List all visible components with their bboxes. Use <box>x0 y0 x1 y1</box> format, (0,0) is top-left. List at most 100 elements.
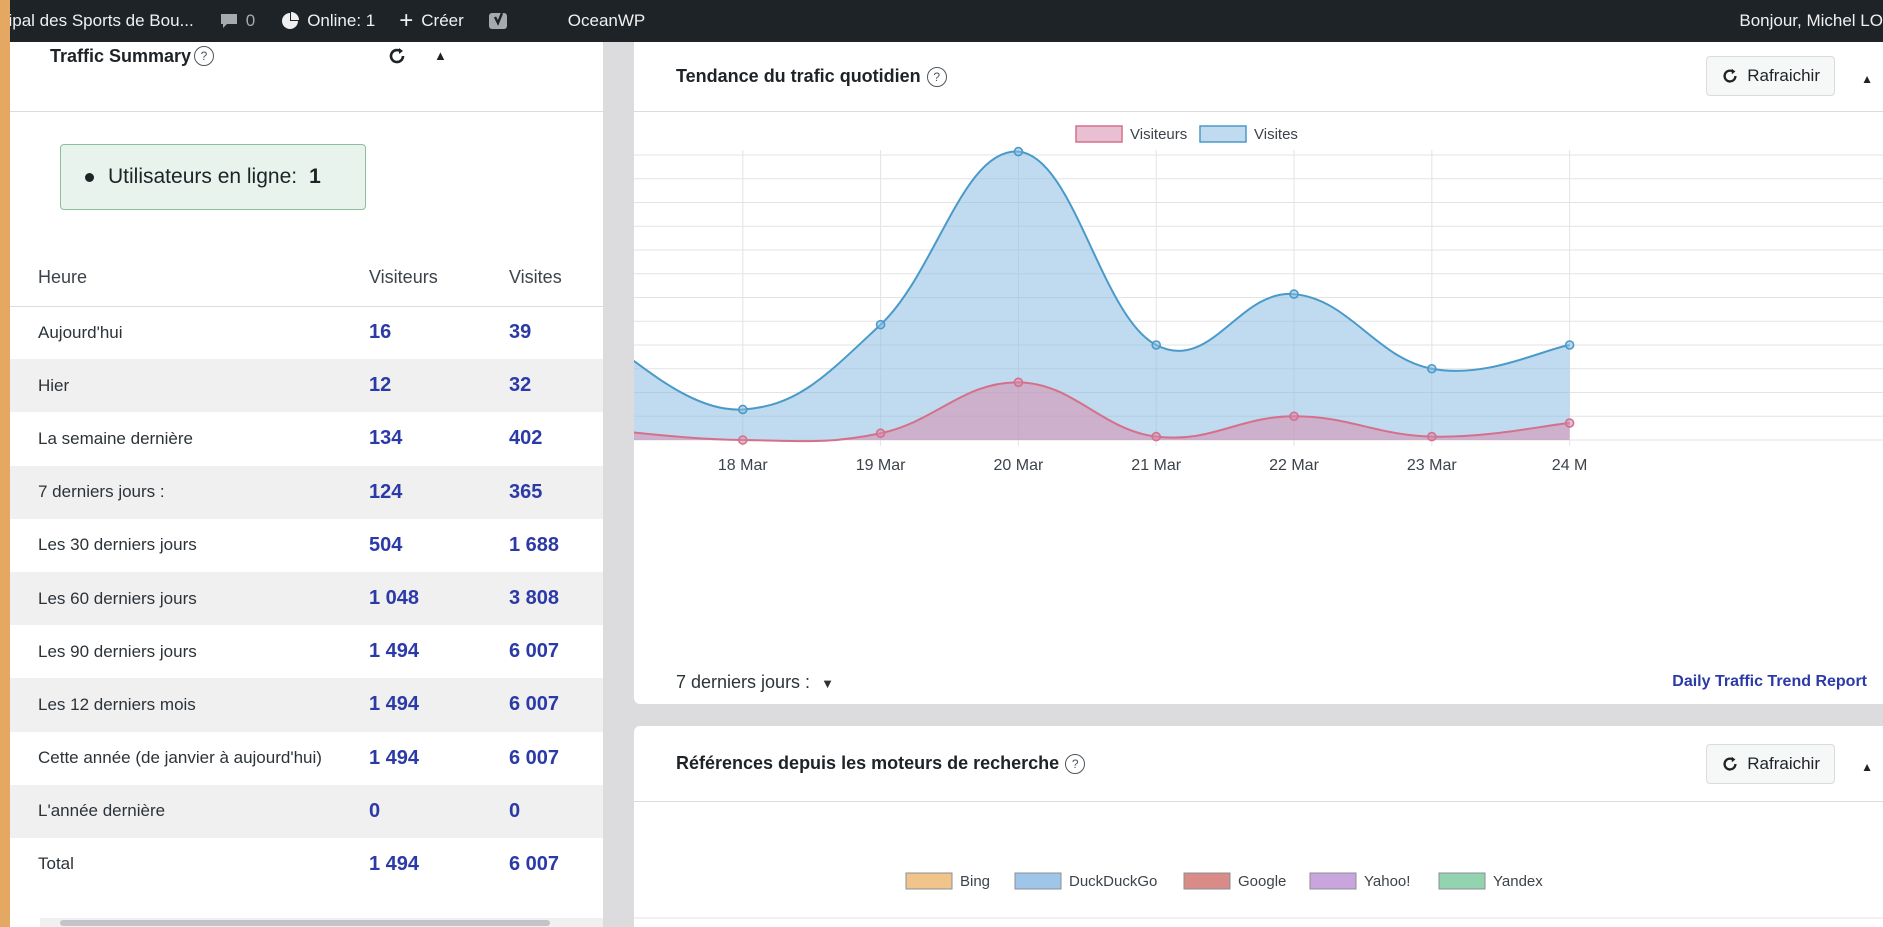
admin-bar: cipal des Sports de Bou... 0 Online: 1 +… <box>10 0 1883 42</box>
row-visitors[interactable]: 124 <box>369 465 509 519</box>
row-visitors[interactable]: 1 494 <box>369 678 509 732</box>
row-label: Cette année (de janvier à aujourd'hui) <box>38 748 322 768</box>
online-users-label: Utilisateurs en ligne: <box>108 165 298 188</box>
row-label: Les 30 derniers jours <box>38 535 197 555</box>
row-label: Les 60 derniers jours <box>10 571 369 626</box>
table-row: L'année dernière 0 0 <box>10 784 603 838</box>
search-engines-header: Références depuis les moteurs de recherc… <box>634 726 1883 802</box>
create-label: Créer <box>421 11 464 30</box>
refresh-button[interactable]: Rafraichir <box>1706 744 1835 784</box>
collapse-up-icon[interactable]: ▲ <box>1861 72 1873 86</box>
data-point <box>875 428 886 439</box>
table-row: 7 derniers jours :124 365 <box>10 465 603 519</box>
yoast-icon <box>488 11 510 31</box>
data-point <box>1013 146 1024 157</box>
row-visits[interactable]: 3 808 <box>509 571 603 626</box>
horizontal-scrollbar[interactable] <box>40 918 603 927</box>
help-icon[interactable]: ? <box>1065 753 1086 774</box>
column-header-visits: Visites <box>509 250 603 307</box>
row-visitors[interactable]: 504 <box>369 519 509 572</box>
data-point <box>1151 431 1162 442</box>
data-point <box>1151 340 1162 350</box>
legend-swatch <box>1199 125 1247 143</box>
data-point <box>1289 289 1299 299</box>
row-visitors[interactable]: 12 <box>369 359 509 413</box>
row-visitors[interactable]: 0 <box>369 784 509 838</box>
row-visits[interactable]: 32 <box>509 359 603 413</box>
legend-swatch <box>1309 872 1357 890</box>
help-icon[interactable]: ? <box>926 66 947 87</box>
table-row: Hier 12 32 <box>10 359 603 413</box>
dashboard: cipal des Sports de Bou... 0 Online: 1 +… <box>10 0 1883 927</box>
range-label: 7 derniers jours : <box>676 672 811 692</box>
comments-link[interactable]: 0 <box>220 0 255 42</box>
row-label: Les 90 derniers jours <box>38 641 197 661</box>
data-point <box>1564 340 1575 350</box>
row-visitors[interactable]: 1 494 <box>369 625 509 678</box>
refresh-button[interactable]: Rafraichir <box>1706 56 1835 96</box>
theme-link[interactable]: OceanWP <box>568 0 645 42</box>
table-header-row: Heure Visiteurs Visites <box>10 250 603 307</box>
row-visits[interactable]: 6 007 <box>509 732 603 785</box>
scrollbar-thumb[interactable] <box>60 920 550 926</box>
daily-trend-title: Tendance du trafic quotidien <box>676 66 921 86</box>
site-name-link[interactable]: cipal des Sports de Bou... <box>10 0 194 42</box>
bullet-icon <box>85 172 94 182</box>
search-engines-title: Références depuis les moteurs de recherc… <box>676 753 1060 773</box>
column-header-time: Heure <box>10 250 369 307</box>
legend-label: DuckDuckGo <box>1069 873 1157 890</box>
help-icon[interactable]: ? <box>194 46 214 66</box>
refresh-icon <box>1721 755 1739 773</box>
daily-trend-panel: Tendance du trafic quotidien ? Rafraichi… <box>634 42 1883 704</box>
row-visitors[interactable]: 16 <box>369 306 509 359</box>
daily-trend-header: Tendance du trafic quotidien ? Rafraichi… <box>634 42 1883 112</box>
create-menu[interactable]: + Créer <box>399 0 464 42</box>
row-label: Aujourd'hui <box>38 322 123 342</box>
row-visitors[interactable]: 1 048 <box>369 571 509 626</box>
refresh-icon[interactable] <box>387 46 407 71</box>
range-selector[interactable]: 7 derniers jours : ▼ <box>676 672 834 693</box>
account-menu[interactable]: Bonjour, Michel LO <box>1739 0 1883 42</box>
legend-swatch <box>1183 872 1231 890</box>
collapse-up-icon[interactable]: ▲ <box>434 48 447 63</box>
yoast-menu[interactable] <box>488 0 518 42</box>
traffic-summary-title: Traffic Summary <box>50 46 192 66</box>
online-link[interactable]: Online: 1 <box>281 0 375 42</box>
table-row: Les 30 derniers jours 504 1 688 <box>10 519 603 572</box>
row-visits[interactable]: 6 007 <box>509 678 603 732</box>
x-tick-label: 18 Mar <box>718 457 768 474</box>
table-row: Les 12 derniers mois 1 494 6 007 <box>10 678 603 732</box>
search-engines-panel: Références depuis les moteurs de recherc… <box>634 726 1883 927</box>
refresh-label: Rafraichir <box>1747 66 1820 85</box>
row-visits[interactable]: 1 688 <box>509 519 603 572</box>
row-visits[interactable]: 6 007 <box>509 838 603 891</box>
x-tick-label: 22 Mar <box>1269 457 1319 474</box>
row-visits[interactable]: 0 <box>509 784 603 838</box>
table-row: Les 90 derniers jours 1 494 6 007 <box>10 625 603 678</box>
row-visitors[interactable]: 134 <box>369 412 509 465</box>
refresh-label: Rafraichir <box>1747 754 1820 773</box>
traffic-summary-table: Heure Visiteurs Visites Aujourd'hui 16 39 H… <box>10 250 603 891</box>
legend-label: Google <box>1238 873 1286 890</box>
data-point <box>1013 377 1024 388</box>
traffic-summary-header: Traffic Summary ? ▲ <box>10 42 603 112</box>
row-visits[interactable]: 39 <box>509 306 603 359</box>
table-row: Les 60 derniers jours 1 048 3 808 <box>10 571 603 626</box>
row-label: L'année dernière <box>10 784 369 838</box>
pie-chart-icon <box>281 12 300 30</box>
data-point <box>738 404 748 415</box>
row-visits[interactable]: 402 <box>509 412 603 465</box>
search-engines-chart: BingDuckDuckGoGoogleYahoo!Yandex40 <box>634 872 1883 919</box>
daily-trend-report-link[interactable]: Daily Traffic Trend Report <box>1672 673 1867 691</box>
row-visits[interactable]: 365 <box>509 465 603 519</box>
row-visits[interactable]: 6 007 <box>509 625 603 678</box>
row-visitors[interactable]: 1 494 <box>369 732 509 785</box>
online-count: Online: 1 <box>307 11 376 30</box>
legend-swatch <box>905 872 953 890</box>
collapse-up-icon[interactable]: ▲ <box>1861 760 1873 774</box>
traffic-summary-panel: Traffic Summary ? ▲ Utilisateurs en lign… <box>10 42 603 927</box>
data-point <box>1564 418 1575 428</box>
row-label: Hier <box>10 359 369 413</box>
legend-swatch <box>1014 872 1062 890</box>
row-visitors[interactable]: 1 494 <box>369 838 509 891</box>
